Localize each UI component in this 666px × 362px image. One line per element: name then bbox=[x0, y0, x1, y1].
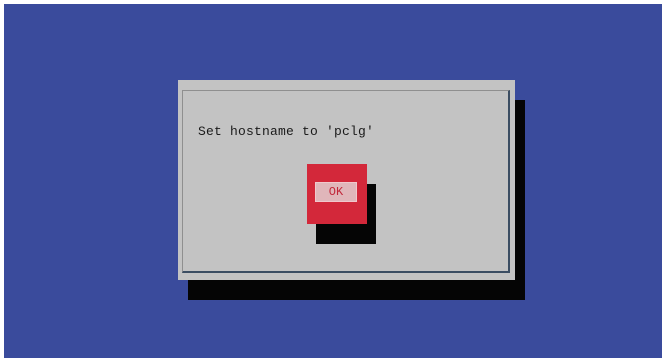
ok-button-face: OK bbox=[315, 182, 357, 202]
dialog-message: Set hostname to 'pclg' bbox=[198, 124, 375, 139]
terminal-screen: Set hostname to 'pclg' OK bbox=[4, 4, 662, 358]
ok-button-label: OK bbox=[328, 185, 344, 199]
message-dialog: Set hostname to 'pclg' OK bbox=[178, 80, 515, 280]
ok-button[interactable]: OK bbox=[307, 164, 367, 224]
